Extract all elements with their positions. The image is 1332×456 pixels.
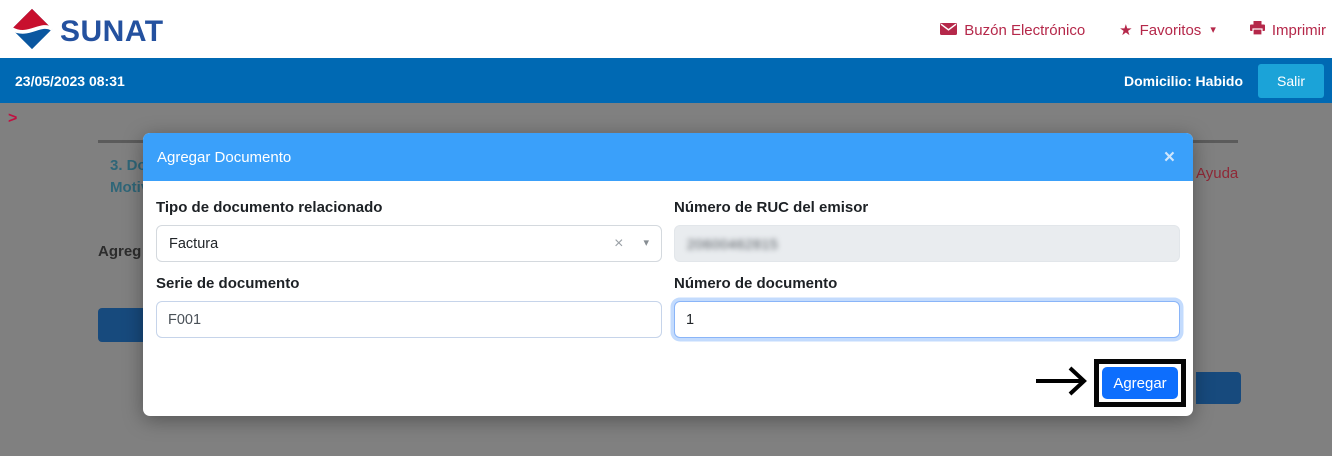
buzon-electronico-link[interactable]: Buzón Electrónico bbox=[940, 22, 1085, 39]
mail-icon bbox=[940, 22, 957, 39]
tipo-documento-value: Factura bbox=[169, 236, 218, 252]
sunat-logo-icon bbox=[10, 8, 54, 55]
ruc-emisor-field: 20600462815 bbox=[674, 225, 1180, 262]
printer-icon bbox=[1250, 21, 1265, 39]
sunat-logo-text: SUNAT bbox=[60, 15, 164, 49]
close-icon[interactable]: × bbox=[1164, 148, 1175, 167]
background-button-right bbox=[1196, 372, 1241, 404]
star-icon: ★ bbox=[1119, 23, 1132, 38]
buzon-electronico-label: Buzón Electrónico bbox=[964, 22, 1085, 39]
tipo-documento-select[interactable]: Factura × ▾ bbox=[156, 225, 662, 262]
page: SUNAT Buzón Electrónico ★ Favoritos ▾ bbox=[0, 0, 1332, 456]
app-header: SUNAT Buzón Electrónico ★ Favoritos ▾ bbox=[0, 0, 1332, 58]
modal-body: Tipo de documento relacionado Factura × … bbox=[143, 181, 1193, 338]
salir-button[interactable]: Salir bbox=[1258, 64, 1324, 98]
numero-documento-label: Número de documento bbox=[674, 275, 1180, 292]
serie-documento-input[interactable] bbox=[156, 301, 662, 338]
clear-icon[interactable]: × bbox=[614, 236, 623, 252]
caret-down-icon: ▾ bbox=[1210, 25, 1216, 36]
tipo-documento-label: Tipo de documento relacionado bbox=[156, 199, 662, 216]
ruc-emisor-label: Número de RUC del emisor bbox=[674, 199, 1180, 216]
domicile-status: Domicilio: Habido bbox=[1124, 73, 1243, 89]
dropdown-caret-icon[interactable]: ▾ bbox=[643, 238, 649, 249]
ayuda-link[interactable]: Ayuda bbox=[1196, 165, 1238, 182]
numero-documento-input[interactable] bbox=[674, 301, 1180, 338]
agregar-documento-modal: Agregar Documento × Tipo de documento re… bbox=[143, 133, 1193, 416]
modal-title: Agregar Documento bbox=[157, 149, 291, 166]
session-bar: 23/05/2023 08:31 Domicilio: Habido Salir bbox=[0, 58, 1332, 103]
sunat-logo[interactable]: SUNAT bbox=[10, 8, 164, 55]
modal-header: Agregar Documento × bbox=[143, 133, 1193, 181]
session-datetime: 23/05/2023 08:31 bbox=[15, 73, 125, 89]
favoritos-label: Favoritos bbox=[1140, 22, 1202, 39]
imprimir-label: Imprimir bbox=[1272, 22, 1326, 39]
agregar-button[interactable]: Agregar bbox=[1102, 367, 1178, 399]
chevron-right-icon[interactable]: > bbox=[8, 110, 17, 128]
header-links: Buzón Electrónico ★ Favoritos ▾ Imprimir bbox=[940, 21, 1326, 39]
background-label: Agreg bbox=[98, 243, 141, 260]
ruc-emisor-value: 20600462815 bbox=[687, 236, 778, 252]
imprimir-link[interactable]: Imprimir bbox=[1250, 21, 1326, 39]
favoritos-link[interactable]: ★ Favoritos ▾ bbox=[1119, 22, 1216, 39]
serie-documento-label: Serie de documento bbox=[156, 275, 662, 292]
